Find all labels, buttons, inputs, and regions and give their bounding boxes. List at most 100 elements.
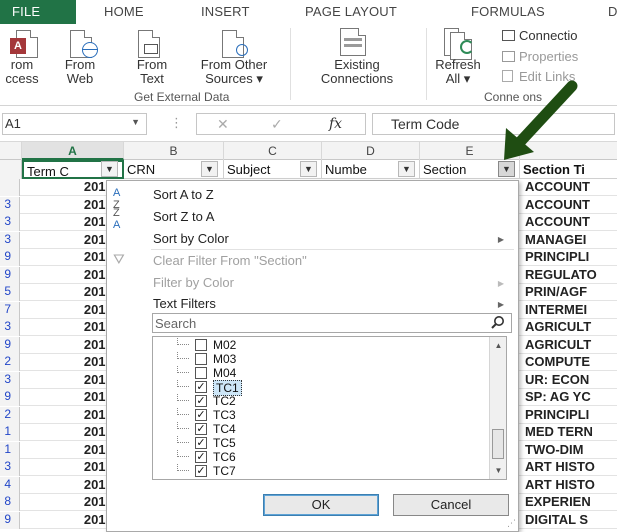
section-title-cell[interactable]: ACCOUNT — [523, 179, 617, 196]
refresh-all-button[interactable]: Refresh All ▾ — [428, 58, 488, 86]
row-number[interactable]: 1 — [0, 441, 20, 459]
row-number[interactable]: 4 — [0, 476, 20, 494]
row-number[interactable]: 3 — [0, 214, 20, 231]
column-header-a[interactable]: A — [22, 142, 124, 160]
sort-a-to-z[interactable]: Sort A to Z — [153, 187, 214, 202]
filter-arrow-icon[interactable]: ▼ — [398, 161, 415, 177]
row-number[interactable]: 9 — [0, 266, 20, 284]
existing-connections-button[interactable]: Existing Connections — [300, 58, 414, 86]
filter-value-item[interactable]: ✓ TC4 — [157, 422, 487, 436]
row-number[interactable]: 3 — [0, 231, 20, 249]
tab-home[interactable]: HOME — [104, 4, 144, 19]
row-number[interactable]: 3 — [0, 459, 20, 476]
checkbox[interactable]: ✓ — [195, 451, 207, 463]
tab-data[interactable]: D — [608, 4, 617, 19]
checkbox[interactable]: ✓ — [195, 465, 207, 477]
filter-value-item[interactable]: M04 — [157, 366, 487, 380]
section-title-cell[interactable]: UR: ECON — [523, 372, 617, 389]
enter-icon[interactable]: ✓ — [271, 116, 283, 133]
filter-value-item[interactable]: M03 — [157, 352, 487, 366]
scroll-up-icon[interactable]: ▲ — [490, 337, 506, 354]
filter-values-list[interactable]: M02 M03 M04 ✓ TC1 ✓ TC2 ✓ TC3 ✓ TC4 ✓ TC5 ✓ TC6 ✓ TC7 ▲ … — [152, 336, 507, 480]
filter-arrow-icon[interactable]: ▼ — [201, 161, 218, 177]
section-title-cell[interactable]: ART HISTO — [523, 459, 617, 476]
section-title-cell[interactable]: AGRICULT — [523, 337, 617, 354]
row-number[interactable]: 9 — [0, 249, 20, 266]
cancel-entry-icon[interactable]: ✕ — [217, 116, 229, 133]
checkbox[interactable]: ✓ — [195, 409, 207, 421]
row-number[interactable]: 9 — [0, 336, 20, 354]
section-title-cell[interactable]: ACCOUNT — [523, 214, 617, 231]
section-title-cell[interactable]: ART HISTO — [523, 477, 617, 494]
section-title-cell[interactable]: INTERMEI — [523, 302, 617, 319]
filter-value-item[interactable]: ✓ TC5 — [157, 436, 487, 450]
section-title-cell[interactable]: MED TERN — [523, 424, 617, 441]
filter-value-item[interactable]: ✓ TC2 — [157, 394, 487, 408]
checkbox[interactable] — [195, 353, 207, 365]
sort-z-to-a[interactable]: Sort Z to A — [153, 209, 214, 224]
select-all-corner[interactable] — [0, 142, 22, 160]
filter-value-item[interactable]: ✓ TC3 — [157, 408, 487, 422]
connections-button[interactable]: Connectio — [502, 28, 578, 43]
tab-file[interactable]: FILE — [0, 0, 76, 24]
row-number[interactable]: 7 — [0, 301, 20, 319]
text-filters[interactable]: Text Filters — [153, 296, 216, 311]
chevron-down-icon[interactable]: ▼ — [131, 117, 140, 127]
from-web-button[interactable]: From Web — [60, 58, 100, 86]
section-title-cell[interactable]: REGULATO — [523, 267, 617, 284]
section-title-cell[interactable]: COMPUTE — [523, 354, 617, 371]
scrollbar-thumb[interactable] — [492, 429, 504, 459]
checkbox[interactable]: ✓ — [195, 437, 207, 449]
properties-button[interactable]: Properties — [502, 49, 578, 64]
row-number[interactable] — [0, 179, 20, 196]
section-title-cell[interactable]: DIGITAL S — [523, 512, 617, 529]
section-title-cell[interactable]: PRIN/AGF — [523, 284, 617, 301]
filter-arrow-icon[interactable]: ▼ — [101, 161, 118, 177]
filter-value-item[interactable]: ✓ TC1 — [157, 380, 487, 396]
cancel-button[interactable]: Cancel — [393, 494, 509, 516]
from-access-button[interactable]: rom ccess — [0, 58, 46, 86]
row-number[interactable]: 2 — [0, 406, 20, 424]
section-title-cell[interactable]: MANAGEI — [523, 232, 617, 249]
row-number[interactable]: 5 — [0, 284, 20, 301]
checkbox[interactable]: ✓ — [195, 395, 207, 407]
resize-grip-icon[interactable]: ⋰ — [507, 518, 516, 529]
column-header-c[interactable]: C — [224, 142, 322, 160]
checkbox[interactable]: ✓ — [195, 423, 207, 435]
column-header-d[interactable]: D — [322, 142, 420, 160]
checkbox[interactable]: ✓ — [195, 381, 207, 393]
filter-value-item[interactable]: ✓ TC7 — [157, 464, 487, 478]
name-box[interactable]: A1 ▼ — [2, 113, 147, 135]
row-number[interactable]: 9 — [0, 511, 20, 529]
tab-formulas[interactable]: FORMULAS — [471, 4, 545, 19]
ok-button[interactable]: OK — [263, 494, 379, 516]
section-title-cell[interactable]: PRINCIPLI — [523, 249, 617, 266]
scrollbar[interactable]: ▲ ▼ — [489, 337, 506, 479]
row-number[interactable]: 1 — [0, 424, 20, 441]
section-title-cell[interactable]: PRINCIPLI — [523, 407, 617, 424]
clear-filter[interactable]: Clear Filter From "Section" — [153, 253, 307, 268]
row-number[interactable]: 8 — [0, 494, 20, 511]
from-other-sources-button[interactable]: From Other Sources ▾ — [188, 58, 280, 86]
section-title-cell[interactable]: AGRICULT — [523, 319, 617, 336]
insert-function-icon[interactable]: fx — [329, 116, 342, 132]
row-number[interactable]: 2 — [0, 354, 20, 371]
scroll-down-icon[interactable]: ▼ — [490, 462, 506, 479]
sort-by-color[interactable]: Sort by Color — [153, 231, 229, 246]
tab-insert[interactable]: INSERT — [201, 4, 250, 19]
filter-by-color[interactable]: Filter by Color — [153, 275, 234, 290]
row-number[interactable]: 3 — [0, 371, 20, 389]
filter-value-item[interactable]: ✓ TC6 — [157, 450, 487, 464]
from-text-button[interactable]: From Text — [128, 58, 176, 86]
filter-value-item[interactable]: M02 — [157, 338, 487, 352]
section-title-cell[interactable]: SP: AG YC — [523, 389, 617, 406]
section-title-cell[interactable]: TWO-DIM — [523, 442, 617, 459]
checkbox[interactable] — [195, 339, 207, 351]
section-title-cell[interactable]: EXPERIEN — [523, 494, 617, 511]
section-title-cell[interactable]: ACCOUNT — [523, 197, 617, 214]
row-number[interactable]: 9 — [0, 389, 20, 406]
tab-page-layout[interactable]: PAGE LAYOUT — [305, 4, 397, 19]
filter-arrow-icon[interactable]: ▼ — [300, 161, 317, 177]
row-number[interactable]: 3 — [0, 196, 20, 214]
column-header-b[interactable]: B — [124, 142, 224, 160]
